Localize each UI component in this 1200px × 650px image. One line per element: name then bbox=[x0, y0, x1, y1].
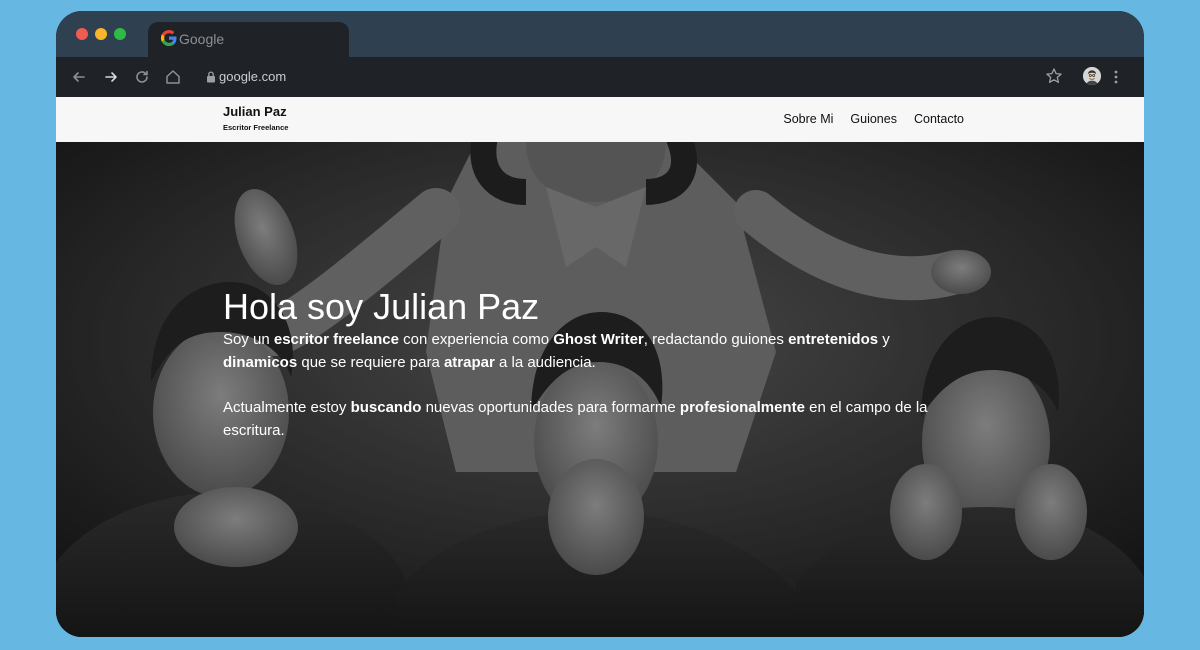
back-arrow-icon[interactable] bbox=[69, 67, 89, 87]
browser-window: Google google.com Julian Paz Escritor Fr… bbox=[56, 11, 1144, 637]
nav-link-contacto[interactable]: Contacto bbox=[914, 112, 964, 126]
forward-arrow-icon[interactable] bbox=[101, 67, 121, 87]
close-window-button[interactable] bbox=[76, 28, 88, 40]
text-segment: a la audiencia. bbox=[494, 353, 596, 371]
star-icon[interactable] bbox=[1045, 67, 1063, 85]
text-segment: y bbox=[878, 331, 890, 348]
hero-title: Hola soy Julian Paz bbox=[223, 286, 540, 327]
brand-subtitle: Escritor Freelance bbox=[223, 123, 289, 132]
highlighted-text: escritor freelance bbox=[273, 331, 399, 348]
hero-status-paragraph: Actualmente estoy buscando nuevas oportu… bbox=[223, 397, 963, 442]
nav-link-guiones[interactable]: Guiones bbox=[850, 112, 897, 126]
highlighted-text: Ghost Writer bbox=[553, 331, 644, 348]
menu-dots-icon[interactable] bbox=[1112, 67, 1120, 87]
website-viewport: Julian Paz Escritor Freelance Sobre Mi G… bbox=[56, 97, 1144, 637]
home-icon[interactable] bbox=[163, 67, 183, 87]
text-segment: Actualmente estoy bbox=[223, 399, 351, 416]
avatar[interactable] bbox=[1083, 67, 1101, 85]
text-segment: , redactando guiones bbox=[643, 331, 789, 348]
highlighted-text: dinamicos bbox=[223, 353, 298, 371]
highlighted-text: buscando bbox=[350, 399, 422, 416]
highlighted-text: profesionalmente bbox=[679, 399, 805, 416]
text-segment: nuevas oportunidades para formarme bbox=[421, 399, 680, 416]
hero-content: Hola soy Julian Paz Soy un escritor free… bbox=[223, 287, 963, 442]
google-logo-icon bbox=[161, 30, 177, 46]
site-header: Julian Paz Escritor Freelance Sobre Mi G… bbox=[56, 97, 1144, 142]
hero-intro-paragraph: Soy un escritor freelance con experienci… bbox=[223, 329, 963, 374]
lock-icon bbox=[207, 71, 215, 83]
text-segment: con experiencia como bbox=[398, 331, 554, 348]
nav-link-sobre-mi[interactable]: Sobre Mi bbox=[783, 112, 833, 126]
text-segment: que se requiere para bbox=[297, 353, 444, 371]
tab-title: Google bbox=[179, 31, 225, 47]
reload-icon[interactable] bbox=[132, 67, 152, 87]
browser-toolbar: google.com bbox=[56, 57, 1144, 97]
url-text: google.com bbox=[219, 69, 287, 84]
highlighted-text: atrapar bbox=[443, 353, 495, 371]
profile-face-icon bbox=[1083, 67, 1101, 85]
text-segment: Soy un bbox=[223, 331, 274, 348]
minimize-window-button[interactable] bbox=[95, 28, 107, 40]
brand-name[interactable]: Julian Paz bbox=[223, 104, 287, 119]
maximize-window-button[interactable] bbox=[114, 28, 126, 40]
highlighted-text: entretenidos bbox=[788, 331, 879, 348]
tab-bar: Google bbox=[56, 11, 1144, 58]
address-bar[interactable]: google.com bbox=[197, 64, 1067, 90]
site-nav: Sobre Mi Guiones Contacto bbox=[783, 112, 964, 126]
tab-google[interactable]: Google bbox=[148, 22, 349, 58]
